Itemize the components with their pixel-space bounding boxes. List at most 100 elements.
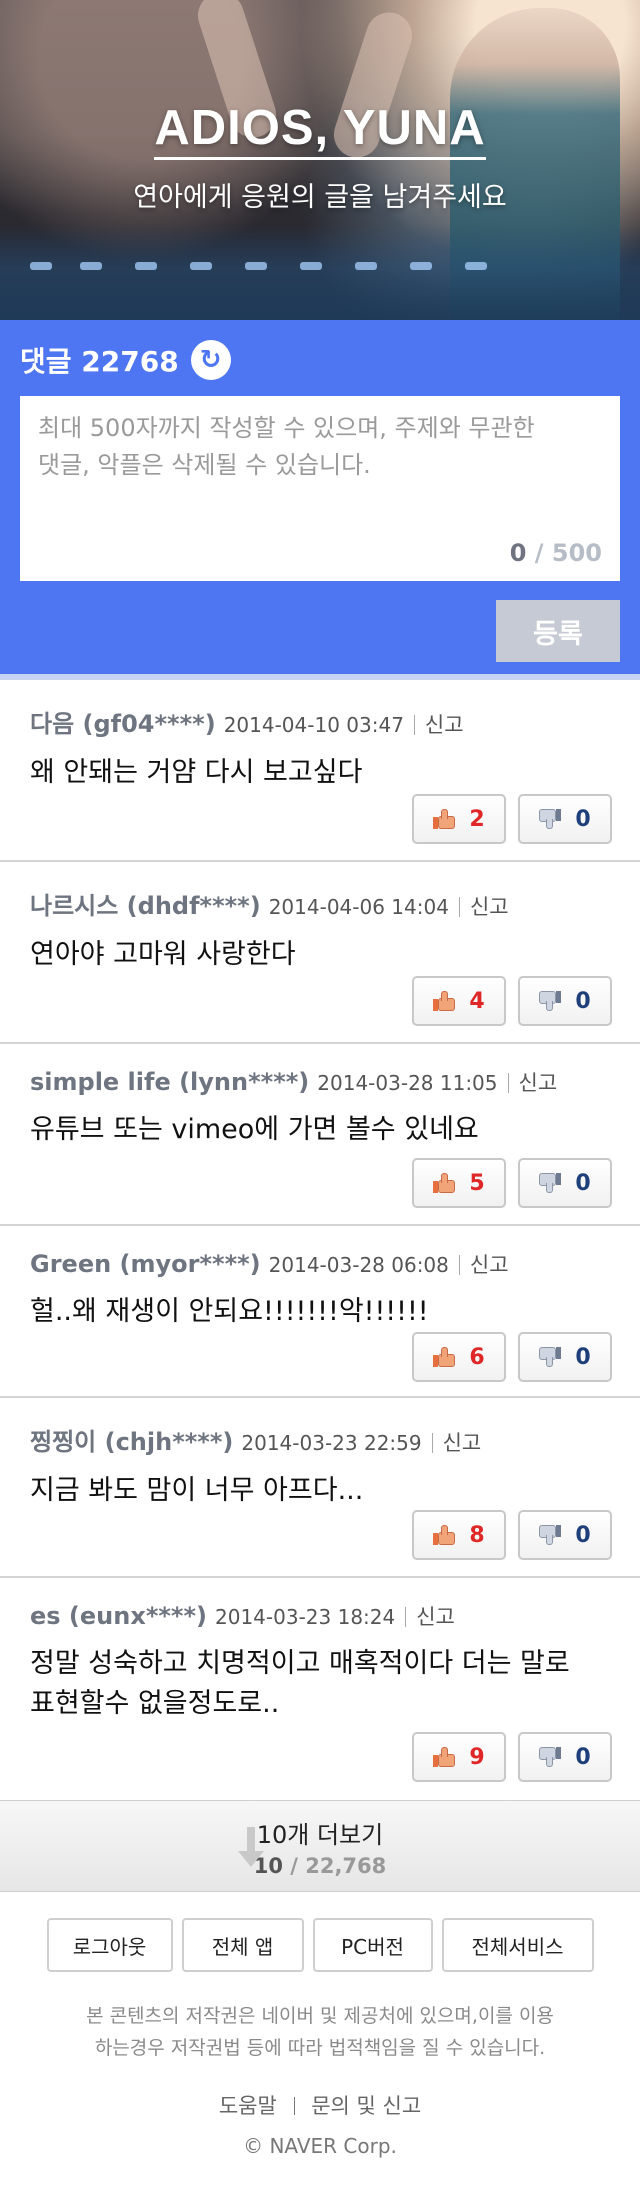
vote-group: 6 0 (412, 1332, 612, 1382)
like-button[interactable]: 2 (412, 794, 506, 844)
comment-input-placeholder: 최대 500자까지 작성할 수 있으며, 주제와 무관한 댓글, 악플은 삭제될… (38, 414, 535, 479)
dislike-button[interactable]: 0 (518, 976, 612, 1026)
dislike-button[interactable]: 0 (518, 1732, 612, 1782)
naver-copyright: © NAVER Corp. (243, 2134, 397, 2158)
vote-group: 4 0 (412, 976, 612, 1026)
comment-item: 찡찡이 (chjh****) 2014-03-23 22:59 신고 지금 봐도… (0, 1398, 640, 1578)
load-more-label: 10개 더보기 (256, 1820, 384, 1849)
thumbs-up-icon (433, 1173, 456, 1193)
thumbs-down-icon (539, 1525, 562, 1545)
thumbs-down-icon (539, 1173, 562, 1193)
load-more-button[interactable]: 10개 더보기 10 / 22,768 (0, 1800, 640, 1892)
dislike-button[interactable]: 0 (518, 794, 612, 844)
logout-button[interactable]: 로그아웃 (46, 1918, 173, 1972)
hero-subtitle: 연아에게 응원의 글을 남겨주세요 (133, 182, 507, 213)
dislike-count: 0 (575, 1344, 591, 1370)
load-more-count: 10 / 22,768 (253, 1853, 387, 1878)
like-count: 4 (469, 988, 485, 1014)
comment-text: 지금 봐도 맘이 너무 아프다... (30, 1475, 364, 1506)
comment-text: 왜 안돼는 거얌 다시 보고싶다 (30, 757, 363, 788)
comment-author: simple life (lynn****) (30, 1068, 310, 1096)
comment-text: 유튜브 또는 vimeo에 가면 볼수 있네요 (30, 1114, 479, 1145)
report-link[interactable]: 신고 (405, 1607, 455, 1628)
comment-meta: 나르시스 (dhdf****) 2014-04-06 14:04 신고 (30, 886, 610, 921)
hero-banner: ADIOS, YUNA 연아에게 응원의 글을 남겨주세요 (0, 0, 640, 320)
comment-meta: es (eunx****) 2014-03-23 18:24 신고 (30, 1602, 610, 1630)
dislike-count: 0 (575, 806, 591, 832)
like-count: 6 (469, 1344, 485, 1370)
thumbs-down-icon (539, 1747, 562, 1767)
comment-date: 2014-03-23 22:59 (241, 1431, 422, 1455)
vote-group: 8 0 (412, 1510, 612, 1560)
dislike-count: 0 (575, 1522, 591, 1548)
dislike-button[interactable]: 0 (518, 1332, 612, 1382)
report-link[interactable]: 신고 (413, 715, 464, 736)
thumbs-up-icon (433, 809, 456, 829)
vote-group: 9 0 (412, 1732, 612, 1782)
arrow-down-icon (238, 1827, 264, 1871)
comment-meta: 찡찡이 (chjh****) 2014-03-23 22:59 신고 (30, 1422, 610, 1457)
footer-button-row: 로그아웃 전체 앱 PC버전 전체서비스 (0, 1918, 640, 1972)
footer-link-separator (293, 2097, 295, 2115)
thumbs-down-icon (539, 809, 562, 829)
contact-report-link[interactable]: 문의 및 신고 (311, 2094, 421, 2118)
report-link[interactable]: 신고 (507, 1073, 557, 1094)
dislike-button[interactable]: 0 (518, 1158, 612, 1208)
all-apps-button[interactable]: 전체 앱 (181, 1918, 304, 1972)
like-button[interactable]: 6 (412, 1332, 506, 1382)
comment-date: 2014-04-10 03:47 (223, 713, 404, 737)
copyright-notice: 본 콘텐츠의 저작권은 네이버 및 제공처에 있으며,이를 이용 하는경우 저작… (86, 2005, 554, 2059)
comment-meta: simple life (lynn****) 2014-03-28 11:05 … (30, 1068, 610, 1096)
comment-text: 정말 성숙하고 치명적이고 매혹적이다 더는 말로 표현할수 없을정도로.. (30, 1648, 570, 1719)
report-link[interactable]: 신고 (458, 1255, 509, 1276)
footer: 로그아웃 전체 앱 PC버전 전체서비스 본 콘텐츠의 저작권은 네이버 및 제… (0, 1892, 640, 2158)
like-button[interactable]: 5 (412, 1158, 506, 1208)
comment-item: 나르시스 (dhdf****) 2014-04-06 14:04 신고 연아야 … (0, 862, 640, 1044)
like-count: 5 (469, 1170, 485, 1196)
like-count: 8 (469, 1522, 485, 1548)
like-button[interactable]: 4 (412, 976, 506, 1026)
report-link[interactable]: 신고 (431, 1433, 481, 1454)
comment-panel-header: 댓글 22768 ↻ (20, 338, 620, 382)
comment-date: 2014-04-06 14:04 (268, 895, 449, 919)
comment-item: es (eunx****) 2014-03-23 18:24 신고 정말 성숙하… (0, 1578, 640, 1800)
dislike-count: 0 (575, 988, 591, 1014)
comment-count-title: 댓글 22768 (20, 345, 179, 378)
like-button[interactable]: 9 (412, 1732, 506, 1782)
comment-date: 2014-03-28 06:08 (268, 1253, 449, 1277)
comment-author: 찡찡이 (chjh****) (30, 1428, 234, 1456)
comment-meta: 다음 (gf04****) 2014-04-10 03:47 신고 (30, 704, 610, 739)
comment-item: Green (myor****) 2014-03-28 06:08 신고 헐..… (0, 1226, 640, 1398)
page: ADIOS, YUNA 연아에게 응원의 글을 남겨주세요 댓글 22768 ↻… (0, 0, 640, 2185)
comment-meta: Green (myor****) 2014-03-28 06:08 신고 (30, 1250, 610, 1278)
like-button[interactable]: 8 (412, 1510, 506, 1560)
comment-author: 나르시스 (dhdf****) (30, 892, 261, 920)
hero-title: ADIOS, YUNA (0, 100, 640, 160)
report-link[interactable]: 신고 (458, 897, 509, 918)
comment-text: 헐..왜 재생이 안되요!!!!!!!악!!!!!! (30, 1296, 429, 1327)
thumbs-down-icon (539, 991, 562, 1011)
help-link[interactable]: 도움말 (219, 2094, 277, 2118)
comment-author: es (eunx****) (30, 1602, 207, 1630)
comment-text: 연아야 고마워 사랑한다 (30, 939, 296, 970)
dislike-button[interactable]: 0 (518, 1510, 612, 1560)
char-counter: 0 / 500 (509, 539, 602, 567)
refresh-icon[interactable]: ↻ (190, 340, 231, 380)
comment-date: 2014-03-28 11:05 (317, 1071, 498, 1095)
thumbs-up-icon (433, 1347, 456, 1367)
pc-version-button[interactable]: PC버전 (312, 1918, 433, 1972)
vote-group: 5 0 (412, 1158, 612, 1208)
thumbs-up-icon (433, 1525, 456, 1545)
dislike-count: 0 (575, 1170, 591, 1196)
all-services-button[interactable]: 전체서비스 (441, 1918, 594, 1972)
comment-author: 다음 (gf04****) (30, 710, 216, 738)
comment-author: Green (myor****) (30, 1250, 261, 1278)
submit-button[interactable]: 등록 (496, 600, 620, 662)
thumbs-up-icon (433, 991, 456, 1011)
thumbs-down-icon (539, 1347, 562, 1367)
comment-item: simple life (lynn****) 2014-03-28 11:05 … (0, 1044, 640, 1226)
dislike-count: 0 (575, 1744, 591, 1770)
like-count: 2 (469, 806, 485, 832)
thumbs-up-icon (433, 1747, 456, 1767)
comment-input[interactable]: 최대 500자까지 작성할 수 있으며, 주제와 무관한 댓글, 악플은 삭제될… (20, 396, 620, 581)
